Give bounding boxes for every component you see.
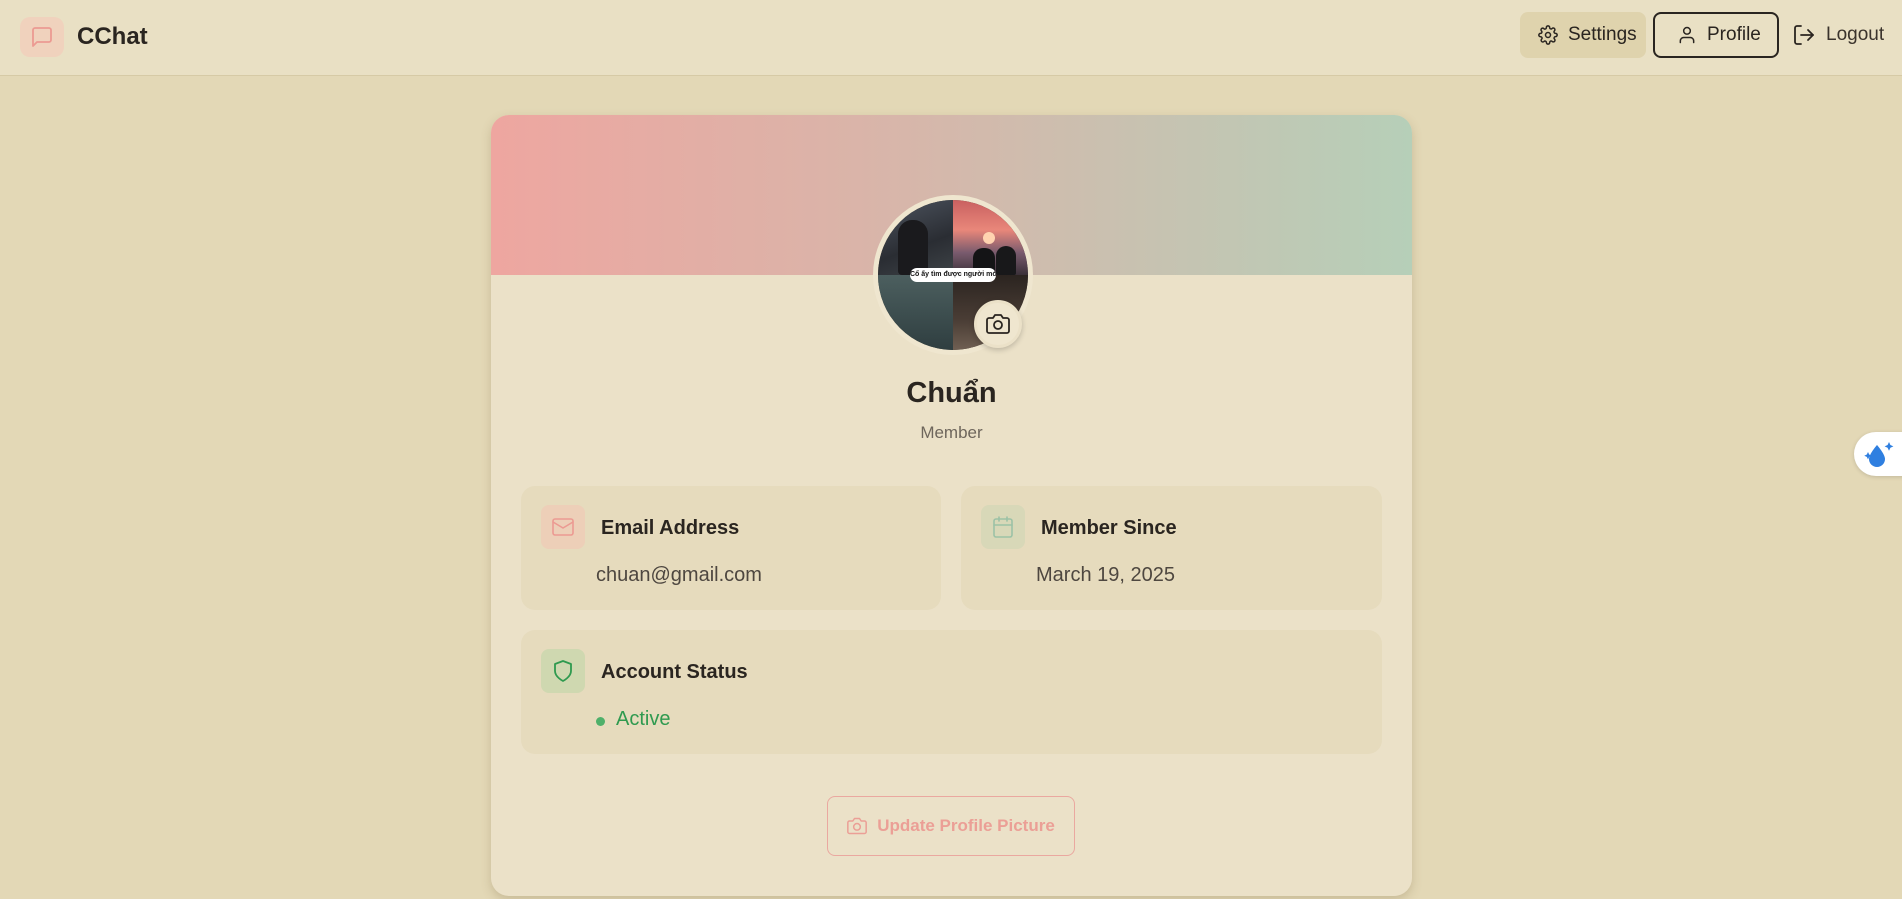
profile-label: Profile — [1707, 24, 1761, 45]
profile-card: Cổ ấy tìm được người mới Chuẩn Member Em… — [491, 115, 1412, 896]
status-dot — [596, 717, 605, 726]
account-status-title: Account Status — [601, 661, 748, 683]
profile-button[interactable]: Profile — [1653, 12, 1779, 58]
logout-icon — [1794, 25, 1814, 45]
avatar-caption: Cổ ấy tìm được người mới — [910, 268, 996, 282]
camera-icon — [847, 817, 868, 835]
email-value: chuan@gmail.com — [596, 564, 762, 586]
calendar-icon — [981, 505, 1025, 549]
status-badge: Active — [616, 708, 671, 730]
gear-icon — [1538, 25, 1558, 45]
settings-label: Settings — [1568, 24, 1637, 45]
brand[interactable]: CChat — [20, 17, 148, 57]
update-profile-picture-button[interactable]: Update Profile Picture — [827, 796, 1075, 856]
logout-label: Logout — [1826, 24, 1885, 45]
member-since-card: Member Since March 19, 2025 — [961, 486, 1382, 610]
member-since-title: Member Since — [1041, 517, 1177, 539]
email-title: Email Address — [601, 517, 740, 539]
message-square-icon — [20, 17, 64, 57]
camera-icon — [986, 314, 1010, 334]
top-navbar: CChat Settings Profile Logout — [0, 0, 1902, 76]
settings-button[interactable]: Settings — [1520, 12, 1646, 58]
browser-extension-button[interactable] — [1854, 432, 1902, 476]
update-profile-picture-label: Update Profile Picture — [877, 816, 1055, 835]
app-name: CChat — [77, 23, 148, 50]
user-role: Member — [920, 423, 983, 442]
droplet-sparkle-icon — [1864, 442, 1894, 467]
change-avatar-button[interactable] — [974, 300, 1022, 348]
shield-icon — [541, 649, 585, 693]
user-icon — [1679, 26, 1695, 44]
logout-button[interactable]: Logout — [1784, 12, 1894, 58]
mail-icon — [541, 505, 585, 549]
account-status-card: Account Status Active — [521, 630, 1382, 754]
email-card: Email Address chuan@gmail.com — [521, 486, 941, 610]
member-since-value: March 19, 2025 — [1036, 564, 1175, 586]
user-name: Chuẩn — [906, 377, 997, 409]
